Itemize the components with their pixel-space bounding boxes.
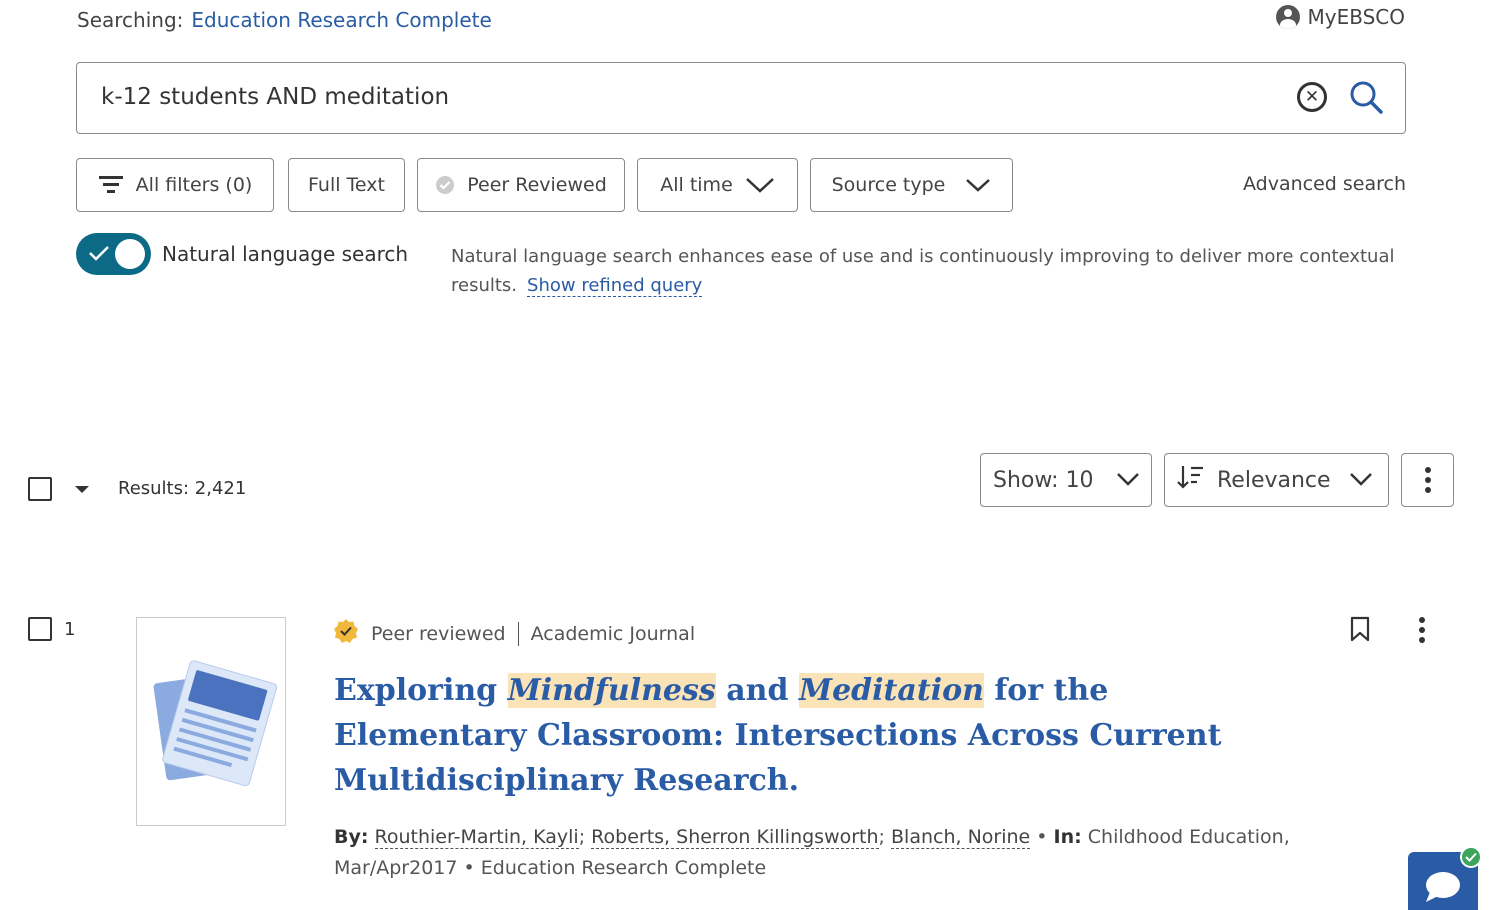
meta-divider [517, 621, 519, 646]
online-status-badge [1460, 846, 1482, 868]
peer-reviewed-text: Peer reviewed [371, 622, 506, 645]
sort-label: Relevance [1217, 467, 1331, 493]
filter-icon [98, 173, 124, 197]
natural-language-toggle[interactable] [76, 233, 151, 275]
results-count: Results: 2,421 [118, 478, 247, 499]
source-type-label: Source type [831, 174, 946, 196]
check-icon [88, 244, 110, 266]
bookmark-icon[interactable] [1350, 616, 1370, 646]
result-title[interactable]: Exploring Mindfulness and Meditation for… [334, 668, 1264, 803]
show-per-page-dropdown[interactable]: Show: 10 [980, 453, 1152, 507]
result-checkbox[interactable] [28, 617, 52, 641]
sort-dropdown[interactable]: Relevance [1164, 453, 1389, 507]
searching-label: Searching: [77, 8, 184, 32]
show-per-page-label: Show: 10 [993, 467, 1094, 493]
author-link[interactable]: Routhier-Martin, Kayli [374, 826, 579, 849]
author-link[interactable]: Blanch, Norine [891, 826, 1031, 849]
advanced-search-link[interactable]: Advanced search [1175, 173, 1406, 195]
peer-reviewed-label: Peer Reviewed [467, 174, 607, 196]
natural-language-description: Natural language search enhances ease of… [451, 242, 1421, 300]
all-filters-label: All filters (0) [135, 174, 253, 196]
publication-type: Academic Journal [530, 622, 696, 645]
natural-language-label: Natural language search [162, 242, 409, 266]
in-label: In: [1053, 826, 1082, 848]
full-text-label: Full Text [308, 174, 385, 196]
kebab-icon [1419, 617, 1425, 643]
title-text: Exploring [334, 673, 508, 708]
kebab-icon [1424, 467, 1431, 493]
chevron-down-icon [1349, 468, 1373, 493]
all-filters-button[interactable]: All filters (0) [76, 158, 274, 212]
result-more-button[interactable] [1419, 617, 1425, 643]
toggle-knob [115, 239, 145, 269]
chevron-down-icon [1116, 468, 1140, 493]
all-time-label: All time [660, 174, 733, 196]
source-type-dropdown[interactable]: Source type [810, 158, 1013, 212]
myebsco-label: MyEBSCO [1307, 5, 1406, 29]
author-link[interactable]: Roberts, Sherron Killingsworth [591, 826, 879, 849]
result-number: 1 [64, 619, 76, 640]
search-box[interactable]: k-12 students AND meditation ✕ [76, 62, 1406, 134]
title-highlight: Mindfulness [507, 673, 716, 708]
show-refined-query-link[interactable]: Show refined query [527, 275, 703, 297]
search-icon[interactable] [1349, 80, 1385, 120]
result-byline: By: Routhier-Martin, Kayli; Roberts, She… [334, 826, 1290, 879]
myebsco-button[interactable]: MyEBSCO [1275, 5, 1406, 29]
search-input[interactable]: k-12 students AND meditation [101, 84, 449, 110]
full-text-button[interactable]: Full Text [288, 158, 405, 212]
select-all-checkbox[interactable] [28, 477, 52, 501]
result-thumbnail[interactable] [136, 617, 286, 826]
searching-indicator: Searching: Education Research Complete [77, 8, 492, 32]
peer-reviewed-badge-icon [333, 618, 359, 649]
user-icon [1275, 5, 1300, 29]
chevron-down-icon [745, 176, 775, 194]
all-time-dropdown[interactable]: All time [637, 158, 798, 212]
peer-reviewed-button[interactable]: Peer Reviewed [417, 158, 625, 212]
chat-button[interactable] [1408, 846, 1482, 910]
title-highlight: Meditation [798, 673, 984, 708]
source-database: Education Research Complete [480, 857, 767, 879]
chevron-down-icon [965, 177, 991, 193]
document-icon [153, 660, 278, 787]
clear-search-icon[interactable]: ✕ [1297, 82, 1327, 112]
caret-down-icon[interactable] [75, 486, 89, 493]
sort-icon [1177, 464, 1205, 496]
more-options-button[interactable] [1401, 453, 1454, 507]
by-label: By: [334, 826, 369, 848]
verified-badge-icon [435, 175, 455, 195]
result-meta: Peer reviewed Academic Journal [333, 618, 695, 649]
title-text: and [715, 673, 799, 708]
database-link[interactable]: Education Research Complete [191, 8, 491, 32]
